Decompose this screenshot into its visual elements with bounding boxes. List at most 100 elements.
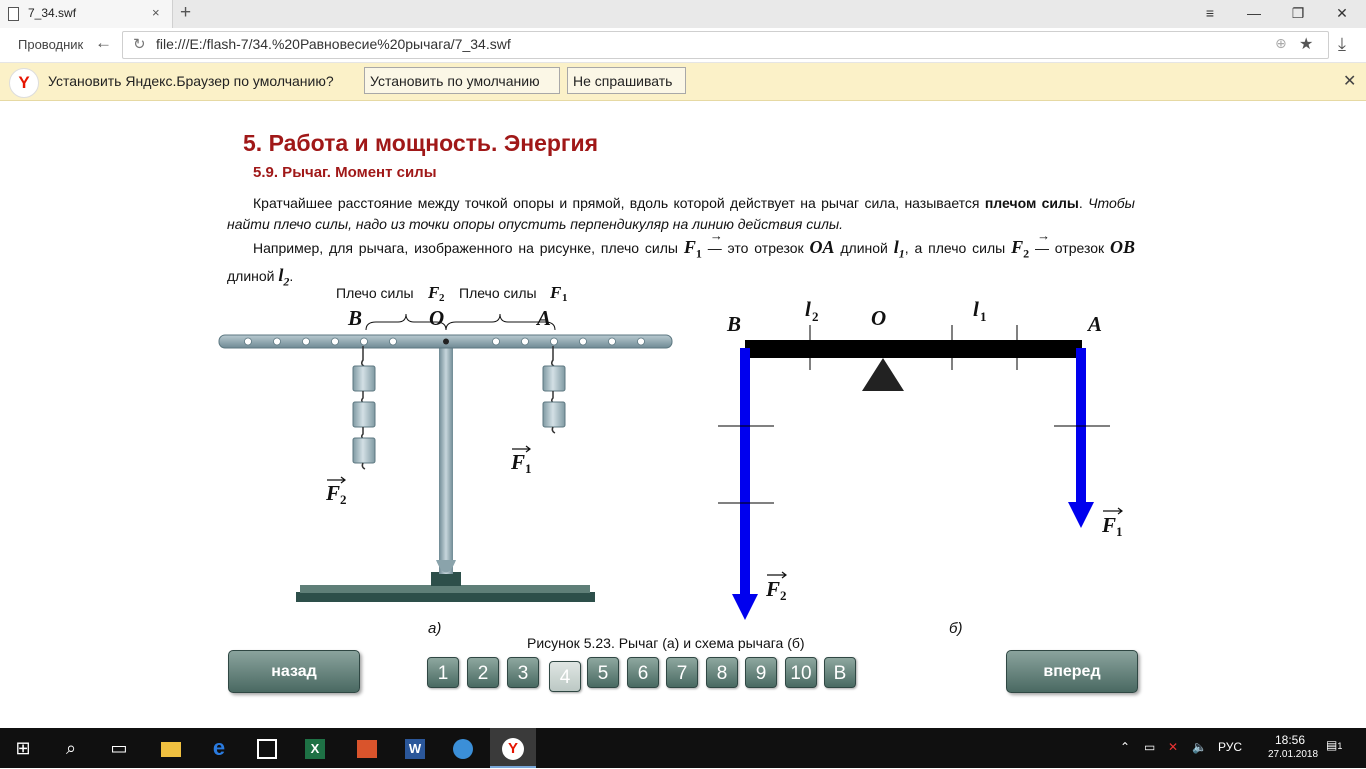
infobar-message: Установить Яндекс.Браузер по умолчанию?	[48, 73, 334, 89]
arm-label-f1-sub: 1	[562, 292, 568, 304]
page-button-8[interactable]: 8	[706, 657, 738, 688]
force-f1-sub-b: 1	[1116, 524, 1123, 539]
word-icon[interactable]: W	[392, 728, 438, 768]
browser-tab[interactable]: 7_34.swf ×	[0, 0, 173, 28]
forward-button[interactable]: вперед	[1006, 650, 1138, 693]
length-l1: l1	[894, 237, 905, 261]
force-f2-label-b: F	[765, 577, 780, 601]
new-tab-icon[interactable]: +	[180, 2, 191, 24]
lever-schematic: B O A l 2 l 1 F 2 F 1	[718, 297, 1123, 620]
excel-icon[interactable]: X	[292, 728, 338, 768]
vector-f1: → F1	[683, 228, 723, 261]
length-l2-label-b: l	[805, 297, 811, 321]
page-button-1[interactable]: 1	[427, 657, 459, 688]
page-button-10[interactable]: 10	[785, 657, 817, 688]
point-a-label-b: A	[1086, 312, 1102, 336]
length-l1-label-b: l	[973, 297, 979, 321]
vector-f2: → F2	[1011, 228, 1051, 261]
lever-photo: Плечо силы F 2 Плечо силы F 1 B O A F 1 …	[218, 283, 673, 602]
task-view-icon[interactable]: ▭	[96, 728, 142, 768]
brace-ob	[365, 313, 447, 331]
force-f1-label-a: F	[510, 450, 525, 474]
p2-text-c: длиной	[834, 240, 894, 256]
fulcrum-triangle	[862, 358, 904, 391]
force-f1-vector-mark-a	[512, 445, 531, 453]
lever-base-top	[300, 585, 590, 593]
back-arrow-icon[interactable]: ←	[95, 33, 112, 53]
address-bar[interactable]: ↻ file:///E:/flash-7/34.%20Равновесие%20…	[122, 31, 1329, 59]
globe-icon[interactable]: ⊕	[1275, 35, 1287, 52]
figure-caption: Рисунок 5.23. Рычаг (а) и схема рычага (…	[527, 635, 805, 651]
right-weights	[542, 346, 566, 434]
left-weights	[352, 346, 376, 470]
maximize-icon[interactable]: ❐	[1288, 5, 1308, 22]
infobar-close-icon[interactable]: ✕	[1343, 71, 1356, 91]
start-icon[interactable]: ⊞	[0, 728, 46, 768]
clock-date: 27.01.2018	[1268, 749, 1319, 760]
page-button-5[interactable]: 5	[587, 657, 619, 688]
p1-text: Кратчайшее расстояние между точкой опоры…	[253, 195, 985, 211]
back-button[interactable]: назад	[228, 650, 360, 693]
tab-close-icon[interactable]: ×	[152, 5, 160, 20]
close-window-icon[interactable]: ✕	[1332, 5, 1352, 22]
force-f2-sub-b: 2	[780, 588, 787, 603]
search-icon[interactable]: ⌕	[48, 728, 94, 768]
menu-icon[interactable]: ≡	[1200, 5, 1220, 21]
p1-bold: плечом силы	[984, 195, 1079, 211]
force-f2-vector-mark-b	[767, 571, 787, 579]
page-button-4-current[interactable]: 4	[549, 661, 581, 692]
schematic-beam	[745, 340, 1082, 358]
explorer-label[interactable]: Проводник	[18, 37, 83, 52]
post-flare	[436, 560, 456, 573]
notification-center-icon[interactable]: ▤1	[1326, 738, 1342, 752]
page-button-3[interactable]: 3	[507, 657, 539, 688]
tray-chevron-icon[interactable]: ⌃	[1120, 740, 1130, 754]
minimize-icon[interactable]: —	[1244, 5, 1264, 21]
store-icon[interactable]	[244, 728, 290, 768]
dont-ask-button[interactable]: Не спрашивать	[567, 67, 686, 94]
p2-text-g: .	[289, 267, 294, 284]
notification-count: 1	[1337, 741, 1343, 751]
app-blue-icon[interactable]	[440, 728, 486, 768]
volume-icon[interactable]: 🔈	[1192, 740, 1207, 754]
pivot-point	[443, 338, 449, 345]
part-b-label: б)	[949, 620, 962, 637]
network-icon[interactable]: ✕	[1168, 740, 1178, 754]
force-f1-label-b: F	[1101, 513, 1116, 537]
address-row: Проводник ← ↻ file:///E:/flash-7/34.%20Р…	[0, 28, 1366, 63]
edge-icon[interactable]: e	[196, 728, 242, 768]
arm-label-f2-sub: 2	[439, 292, 445, 304]
section-title: 5.9. Рычаг. Момент силы	[253, 164, 437, 181]
yandex-browser-icon[interactable]: Y	[490, 728, 536, 768]
set-default-button[interactable]: Установить по умолчанию	[364, 67, 560, 94]
post-foot	[431, 572, 461, 586]
page-button-questions[interactable]: В	[824, 657, 856, 688]
p2-text-d: , а плечо силы	[904, 240, 1012, 256]
point-o-label-b: O	[871, 306, 886, 330]
download-icon[interactable]: ⤓	[1338, 34, 1346, 55]
bookmark-star-icon[interactable]: ★	[1299, 34, 1313, 54]
page-button-6[interactable]: 6	[627, 657, 659, 688]
url-text[interactable]: file:///E:/flash-7/34.%20Равновесие%20ры…	[156, 36, 511, 52]
p2-text-f: длиной	[227, 267, 279, 284]
battery-icon[interactable]: ▭	[1144, 740, 1155, 754]
app-red-icon[interactable]	[344, 728, 390, 768]
language-indicator[interactable]: РУС	[1218, 740, 1242, 754]
page-title: 5. Работа и мощность. Энергия	[243, 130, 599, 156]
definition-paragraph: Кратчайшее расстояние между точкой опоры…	[227, 193, 1135, 235]
windows-taskbar: ⊞ ⌕ ▭ e X W Y ⌃ ▭ ✕ 🔈 РУС 18:56 27.01.20…	[0, 728, 1366, 768]
beam-holes	[244, 337, 645, 346]
force-f2-vector-mark-a	[327, 476, 346, 484]
page-button-9[interactable]: 9	[745, 657, 777, 688]
clock-time: 18:56	[1274, 733, 1306, 747]
lever-beam	[218, 334, 673, 349]
page-button-7[interactable]: 7	[666, 657, 698, 688]
segment-oa: OA	[809, 237, 835, 257]
lever-figure: Плечо силы F 2 Плечо силы F 1 B O A F 1 …	[218, 283, 1123, 651]
reload-icon[interactable]: ↻	[133, 35, 146, 53]
clock[interactable]: 18:56 27.01.2018	[1268, 733, 1319, 760]
part-a-label: а)	[428, 620, 441, 637]
force-f1-vector-mark-b	[1103, 507, 1123, 515]
file-explorer-icon[interactable]	[148, 728, 194, 768]
page-button-2[interactable]: 2	[467, 657, 499, 688]
